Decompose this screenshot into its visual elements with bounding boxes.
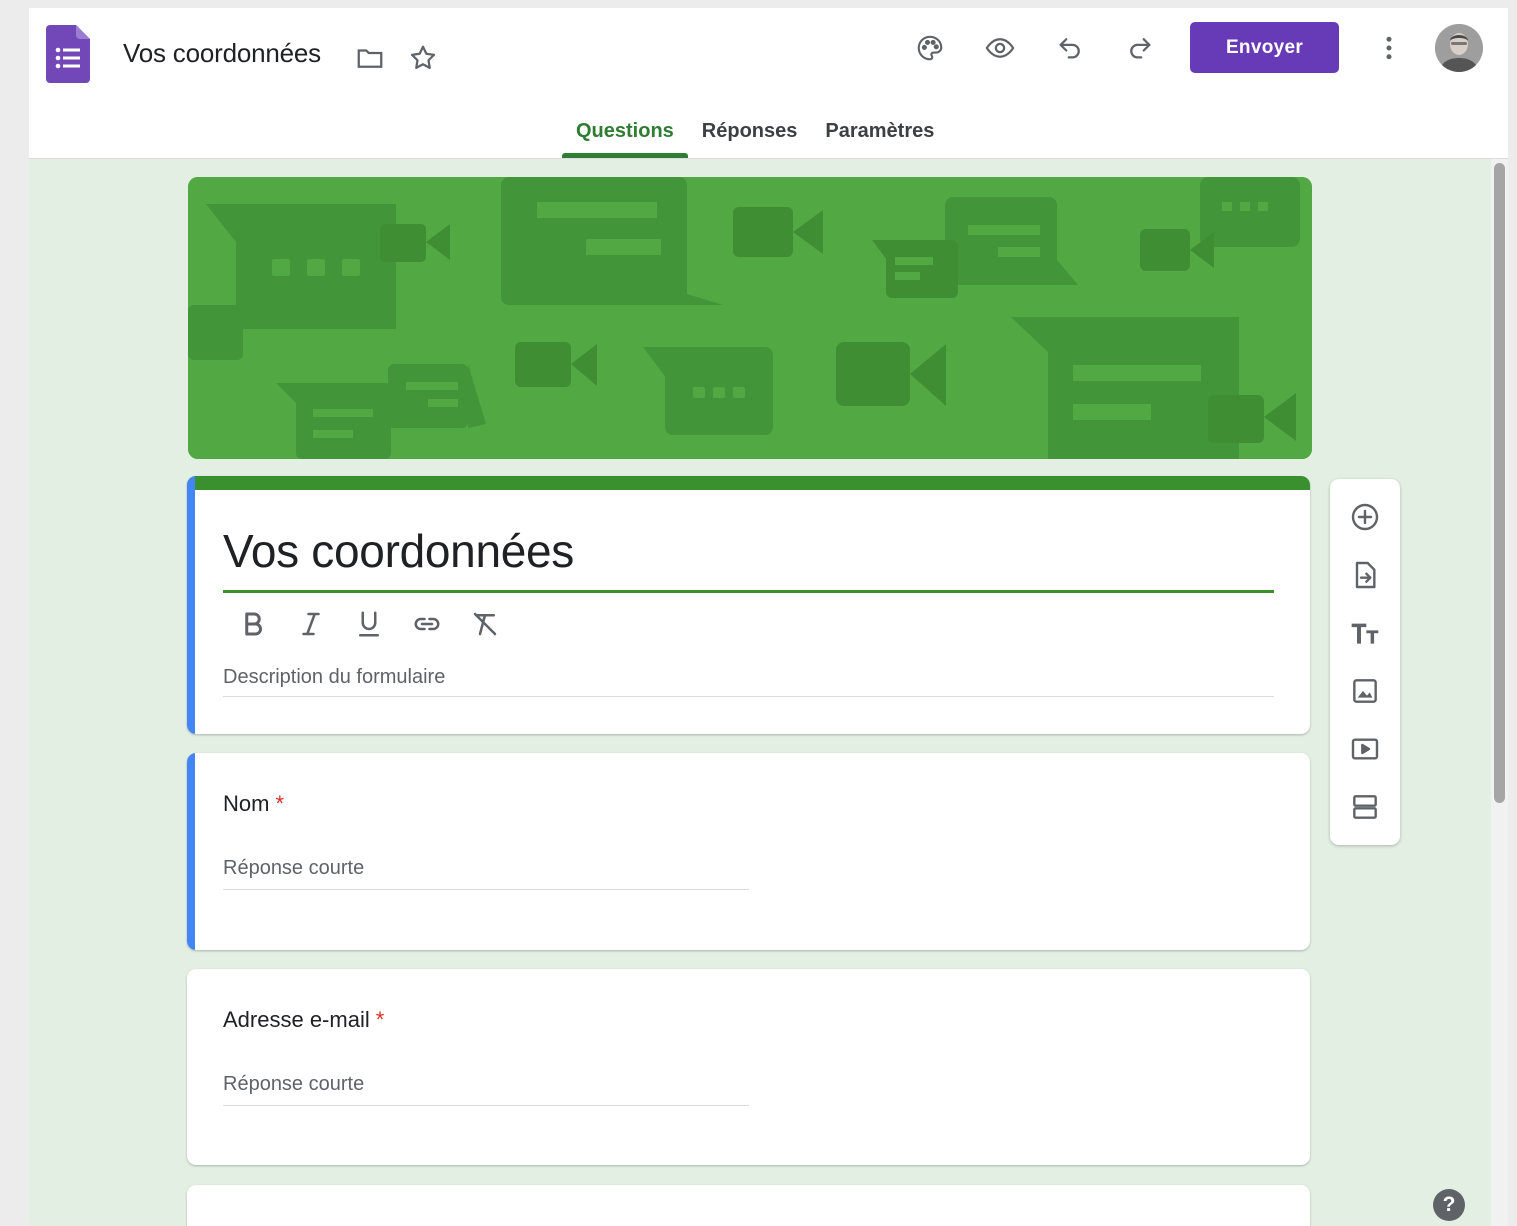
undo-icon[interactable] [1050,28,1090,68]
question-card-name[interactable]: Nom * Réponse courte [187,753,1310,950]
import-questions-icon[interactable] [1345,555,1385,595]
short-answer-underline [223,889,749,890]
required-asterisk: * [275,791,285,816]
help-button[interactable]: ? [1433,1189,1465,1221]
form-title[interactable]: Vos coordonnées [223,524,574,578]
question-title[interactable]: Nom * [223,791,284,817]
top-header: Vos coordonnées Envoyer Questions Répons… [29,8,1508,159]
more-vert-icon[interactable] [1369,28,1409,68]
question-title[interactable]: Adresse e-mail * [223,1007,384,1033]
form-title-card[interactable]: Vos coordonnées Description du formulair… [187,476,1310,734]
add-image-icon[interactable] [1345,671,1385,711]
send-button[interactable]: Envoyer [1190,22,1339,73]
format-toolbar [233,604,505,644]
italic-icon[interactable] [291,604,331,644]
title-underline [223,590,1274,593]
palette-icon[interactable] [910,28,950,68]
add-section-icon[interactable] [1345,787,1385,827]
scrollbar-thumb[interactable] [1494,163,1505,803]
add-title-icon[interactable] [1345,613,1385,653]
star-icon[interactable] [403,38,443,78]
bold-icon[interactable] [233,604,273,644]
folder-icon[interactable] [350,38,390,78]
header-banner-image [188,177,1312,459]
side-toolbar [1330,479,1400,845]
focus-indicator [187,476,195,734]
form-description-input[interactable]: Description du formulaire [223,666,445,689]
short-answer-placeholder: Réponse courte [223,857,365,879]
forms-editor: Vos coordonnées Envoyer Questions Répons… [29,8,1508,1226]
tab-responses[interactable]: Réponses [688,108,812,158]
underline-icon[interactable] [349,604,389,644]
question-card-next[interactable] [187,1185,1310,1226]
theme-top-bar [187,476,1310,490]
avatar[interactable] [1435,24,1483,72]
required-asterisk: * [375,1007,385,1032]
tab-bar: Questions Réponses Paramètres [562,108,948,158]
short-answer-placeholder: Réponse courte [223,1073,365,1095]
short-answer-underline [223,1105,749,1106]
tab-settings[interactable]: Paramètres [811,108,948,158]
add-question-icon[interactable] [1345,497,1385,537]
forms-logo-icon[interactable] [46,25,90,83]
add-video-icon[interactable] [1345,729,1385,769]
question-card-email[interactable]: Adresse e-mail * Réponse courte [187,969,1310,1165]
clear-format-icon[interactable] [465,604,505,644]
vertical-scrollbar[interactable] [1491,159,1508,1226]
description-underline [223,696,1274,697]
tab-questions[interactable]: Questions [562,108,688,158]
document-title[interactable]: Vos coordonnées [123,38,321,69]
link-icon[interactable] [407,604,447,644]
focus-indicator [187,753,195,950]
eye-icon[interactable] [980,28,1020,68]
redo-icon[interactable] [1120,28,1160,68]
